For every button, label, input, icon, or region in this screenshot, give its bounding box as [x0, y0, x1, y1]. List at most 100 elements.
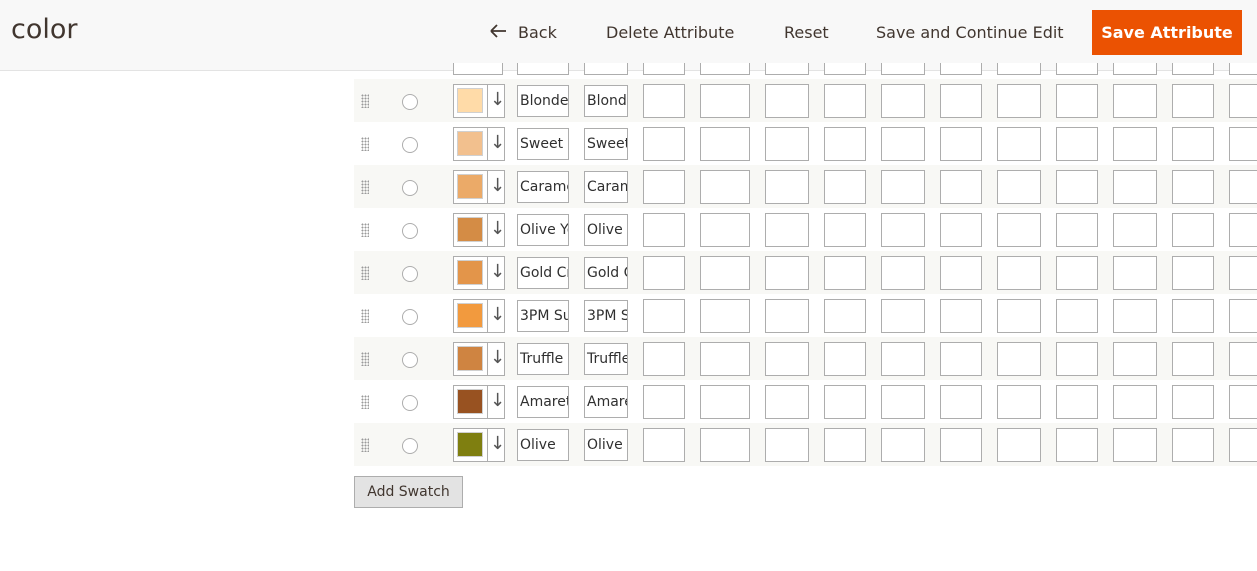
store-view-value-input[interactable] — [1229, 428, 1257, 462]
store-view-value-input[interactable] — [940, 256, 982, 290]
arrow-down-icon[interactable]: ↓ — [490, 130, 505, 156]
swatch-color[interactable] — [457, 303, 483, 328]
swatch-picker[interactable]: ↓ — [453, 84, 505, 118]
swatch-picker[interactable]: ↓ — [453, 428, 505, 462]
arrow-down-icon[interactable]: ↓ — [490, 431, 505, 457]
default-radio[interactable] — [402, 438, 418, 454]
store-label-input[interactable]: Truffle — [584, 343, 628, 375]
default-radio[interactable] — [402, 352, 418, 368]
store-view-value-input[interactable] — [824, 127, 866, 161]
store-label-input[interactable]: Blonde — [584, 85, 628, 117]
store-label-input[interactable]: Olive Y — [584, 214, 628, 246]
store-view-value-input[interactable] — [824, 342, 866, 376]
store-view-value-input[interactable] — [940, 84, 982, 118]
store-view-value-input[interactable] — [881, 428, 925, 462]
store-view-value-input[interactable] — [881, 213, 925, 247]
store-view-value-input[interactable] — [881, 170, 925, 204]
store-view-value-input[interactable] — [997, 213, 1041, 247]
store-view-value-input[interactable] — [940, 428, 982, 462]
store-view-value-input[interactable] — [1229, 256, 1257, 290]
store-view-value-input[interactable] — [643, 84, 685, 118]
store-view-value-input[interactable] — [824, 170, 866, 204]
default-radio[interactable] — [402, 309, 418, 325]
store-view-value-input[interactable] — [700, 385, 750, 419]
default-radio[interactable] — [402, 395, 418, 411]
store-view-value-input[interactable] — [1229, 84, 1257, 118]
store-view-value-input[interactable] — [824, 428, 866, 462]
store-view-value-input[interactable] — [643, 299, 685, 333]
admin-label-input[interactable]: Truffle — [517, 343, 569, 375]
store-view-value-input[interactable] — [1172, 385, 1214, 419]
store-view-value-input[interactable] — [643, 385, 685, 419]
drag-handle-icon[interactable] — [361, 352, 369, 366]
store-view-value-input[interactable] — [700, 127, 750, 161]
store-view-value-input[interactable] — [1113, 299, 1157, 333]
store-label-input[interactable]: 3PM S — [584, 300, 628, 332]
arrow-down-icon[interactable]: ↓ — [490, 302, 505, 328]
store-view-value-input[interactable] — [765, 256, 809, 290]
store-view-value-input[interactable] — [765, 299, 809, 333]
store-view-value-input[interactable] — [1056, 256, 1098, 290]
drag-handle-icon[interactable] — [361, 94, 369, 108]
store-view-value-input[interactable] — [700, 342, 750, 376]
swatch-color[interactable] — [457, 260, 483, 285]
save-and-continue-button[interactable]: Save and Continue Edit — [876, 19, 1064, 47]
drag-handle-icon[interactable] — [361, 395, 369, 409]
swatch-color[interactable] — [457, 389, 483, 414]
store-view-value-input[interactable] — [1229, 213, 1257, 247]
store-view-value-input[interactable] — [940, 213, 982, 247]
store-view-value-input[interactable] — [997, 342, 1041, 376]
store-view-value-input[interactable] — [1113, 385, 1157, 419]
store-view-value-input[interactable] — [765, 342, 809, 376]
store-view-value-input[interactable] — [700, 299, 750, 333]
store-view-value-input[interactable] — [1056, 428, 1098, 462]
store-view-value-input[interactable] — [1229, 342, 1257, 376]
store-view-value-input[interactable] — [700, 170, 750, 204]
store-label-input[interactable]: Amare — [584, 386, 628, 418]
swatch-color[interactable] — [457, 432, 483, 457]
swatch-picker[interactable]: ↓ — [453, 299, 505, 333]
swatch-color[interactable] — [457, 174, 483, 199]
store-label-input[interactable]: Gold C — [584, 257, 628, 289]
store-view-value-input[interactable] — [997, 127, 1041, 161]
add-swatch-button[interactable]: Add Swatch — [354, 476, 463, 508]
store-view-value-input[interactable] — [1172, 299, 1214, 333]
store-view-value-input[interactable] — [1113, 342, 1157, 376]
store-view-value-input[interactable] — [700, 428, 750, 462]
store-view-value-input[interactable] — [1113, 127, 1157, 161]
store-view-value-input[interactable] — [940, 127, 982, 161]
swatch-picker[interactable]: ↓ — [453, 385, 505, 419]
store-view-value-input[interactable] — [643, 170, 685, 204]
store-view-value-input[interactable] — [1172, 342, 1214, 376]
back-button[interactable]: Back — [490, 19, 557, 47]
store-view-value-input[interactable] — [765, 84, 809, 118]
swatch-picker[interactable]: ↓ — [453, 342, 505, 376]
arrow-down-icon[interactable]: ↓ — [490, 388, 505, 414]
admin-label-input[interactable]: Gold Cr — [517, 257, 569, 289]
arrow-down-icon[interactable]: ↓ — [490, 259, 505, 285]
store-view-value-input[interactable] — [997, 256, 1041, 290]
store-view-value-input[interactable] — [643, 428, 685, 462]
store-label-input[interactable]: Olive — [584, 429, 628, 461]
drag-handle-icon[interactable] — [361, 266, 369, 280]
arrow-down-icon[interactable]: ↓ — [490, 216, 505, 242]
admin-label-input[interactable]: Amarett — [517, 386, 569, 418]
delete-attribute-button[interactable]: Delete Attribute — [606, 19, 734, 47]
swatch-picker[interactable]: ↓ — [453, 256, 505, 290]
store-view-value-input[interactable] — [1056, 170, 1098, 204]
admin-label-input[interactable]: Olive — [517, 429, 569, 461]
store-view-value-input[interactable] — [1113, 256, 1157, 290]
swatch-color[interactable] — [457, 217, 483, 242]
store-label-input[interactable]: Sweet — [584, 128, 628, 160]
swatch-picker[interactable]: ↓ — [453, 127, 505, 161]
store-view-value-input[interactable] — [643, 256, 685, 290]
store-view-value-input[interactable] — [881, 385, 925, 419]
admin-label-input[interactable]: Blonde — [517, 85, 569, 117]
store-view-value-input[interactable] — [765, 127, 809, 161]
store-view-value-input[interactable] — [881, 342, 925, 376]
store-view-value-input[interactable] — [700, 213, 750, 247]
admin-label-input[interactable]: 3PM Su — [517, 300, 569, 332]
drag-handle-icon[interactable] — [361, 137, 369, 151]
default-radio[interactable] — [402, 223, 418, 239]
store-view-value-input[interactable] — [1229, 385, 1257, 419]
